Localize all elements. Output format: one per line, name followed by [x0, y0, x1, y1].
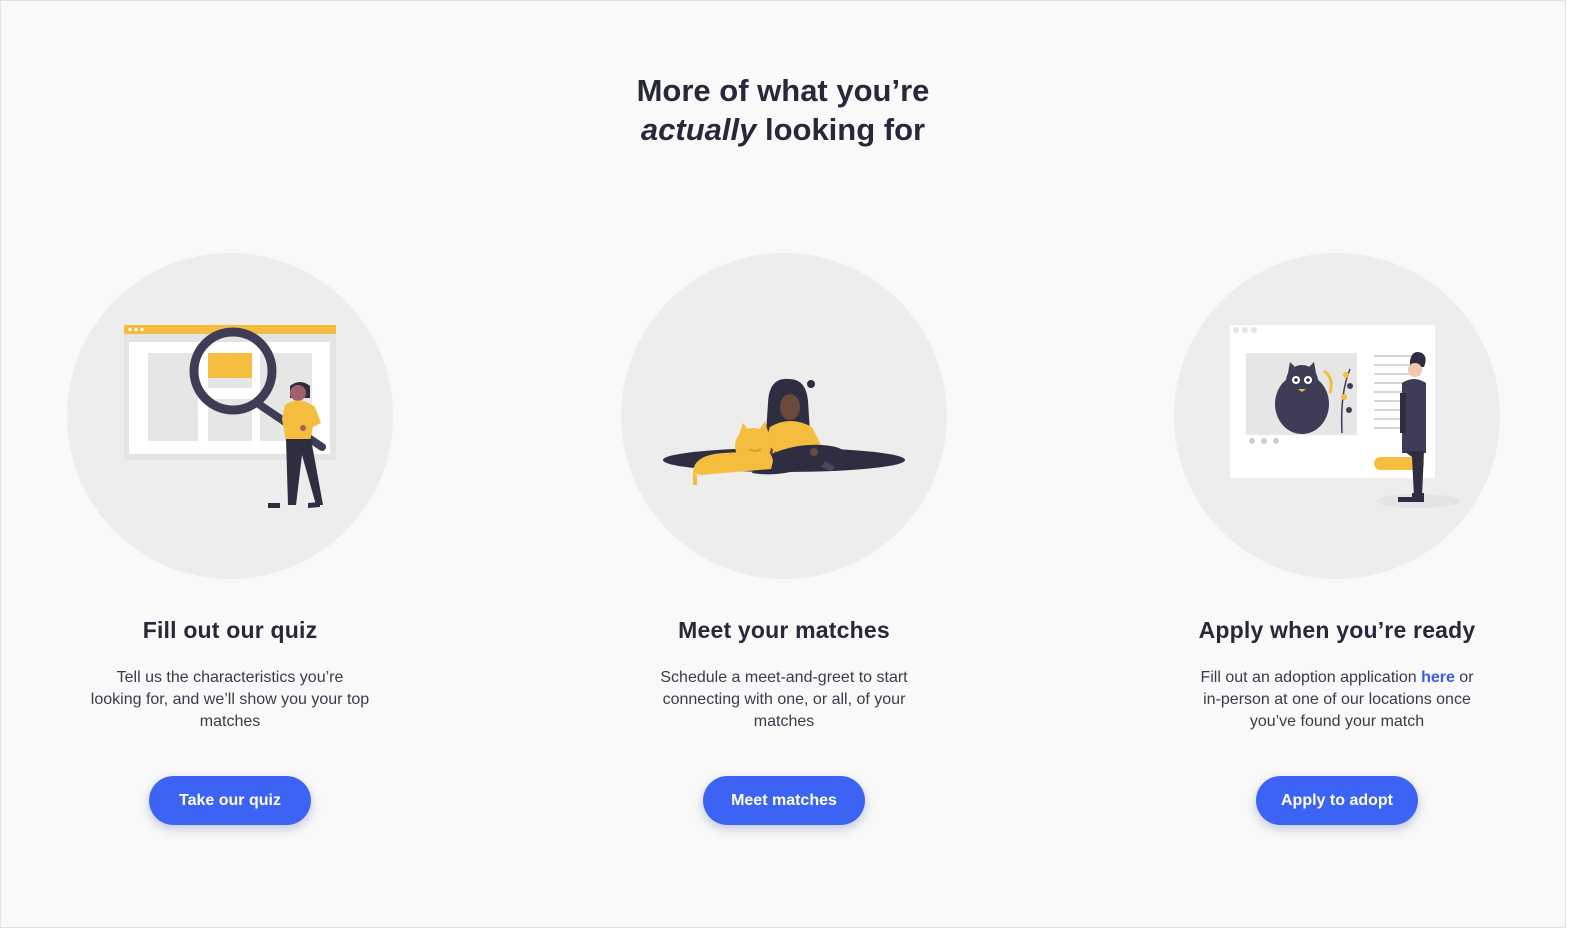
meet-matches-button[interactable]: Meet matches [703, 776, 865, 825]
step-description-wrapper: Fill out an adoption application here or… [1127, 667, 1547, 733]
take-quiz-button[interactable]: Take our quiz [149, 776, 311, 825]
step-title: Apply when you’re ready [1198, 617, 1476, 643]
description-text-before-link: Fill out an adoption application [1200, 669, 1422, 686]
step-description-wrapper: Schedule a meet-and-greet to start conne… [574, 667, 994, 733]
step-description: Fill out an adoption application here or… [1197, 667, 1477, 733]
step-title: Fill out our quiz [142, 617, 318, 643]
person-with-cat-illustration [621, 253, 947, 579]
step-card-meet: Meet your matches Schedule a meet-and-gr… [574, 253, 994, 825]
step-card-apply: Apply when you’re ready Fill out an adop… [1127, 253, 1547, 825]
adoption-application-illustration-graphic [1230, 325, 1460, 508]
search-quiz-illustration-graphic [124, 325, 336, 508]
adoption-application-illustration [1174, 253, 1500, 579]
application-link[interactable]: here [1421, 669, 1455, 686]
apply-to-adopt-button[interactable]: Apply to adopt [1256, 776, 1418, 825]
headline-line-1: More of what you’re [636, 73, 930, 108]
step-description: Schedule a meet-and-greet to start conne… [660, 669, 908, 730]
step-description-wrapper: Tell us the characteristics you’re looki… [20, 667, 440, 733]
step-card-quiz: Fill out our quiz Tell us the characteri… [20, 253, 440, 825]
headline-rest: looking for [756, 112, 926, 147]
step-title: Meet your matches [678, 617, 890, 643]
section-headline: More of what you’re actually looking for [1, 71, 1565, 149]
page: More of what you’re actually looking for [0, 0, 1566, 928]
step-description: Tell us the characteristics you’re looki… [90, 669, 370, 730]
headline-line-2: actually looking for [1, 110, 1565, 149]
search-quiz-illustration [67, 253, 393, 579]
person-with-cat-illustration-graphic [663, 378, 905, 485]
headline-emphasis: actually [640, 112, 757, 147]
